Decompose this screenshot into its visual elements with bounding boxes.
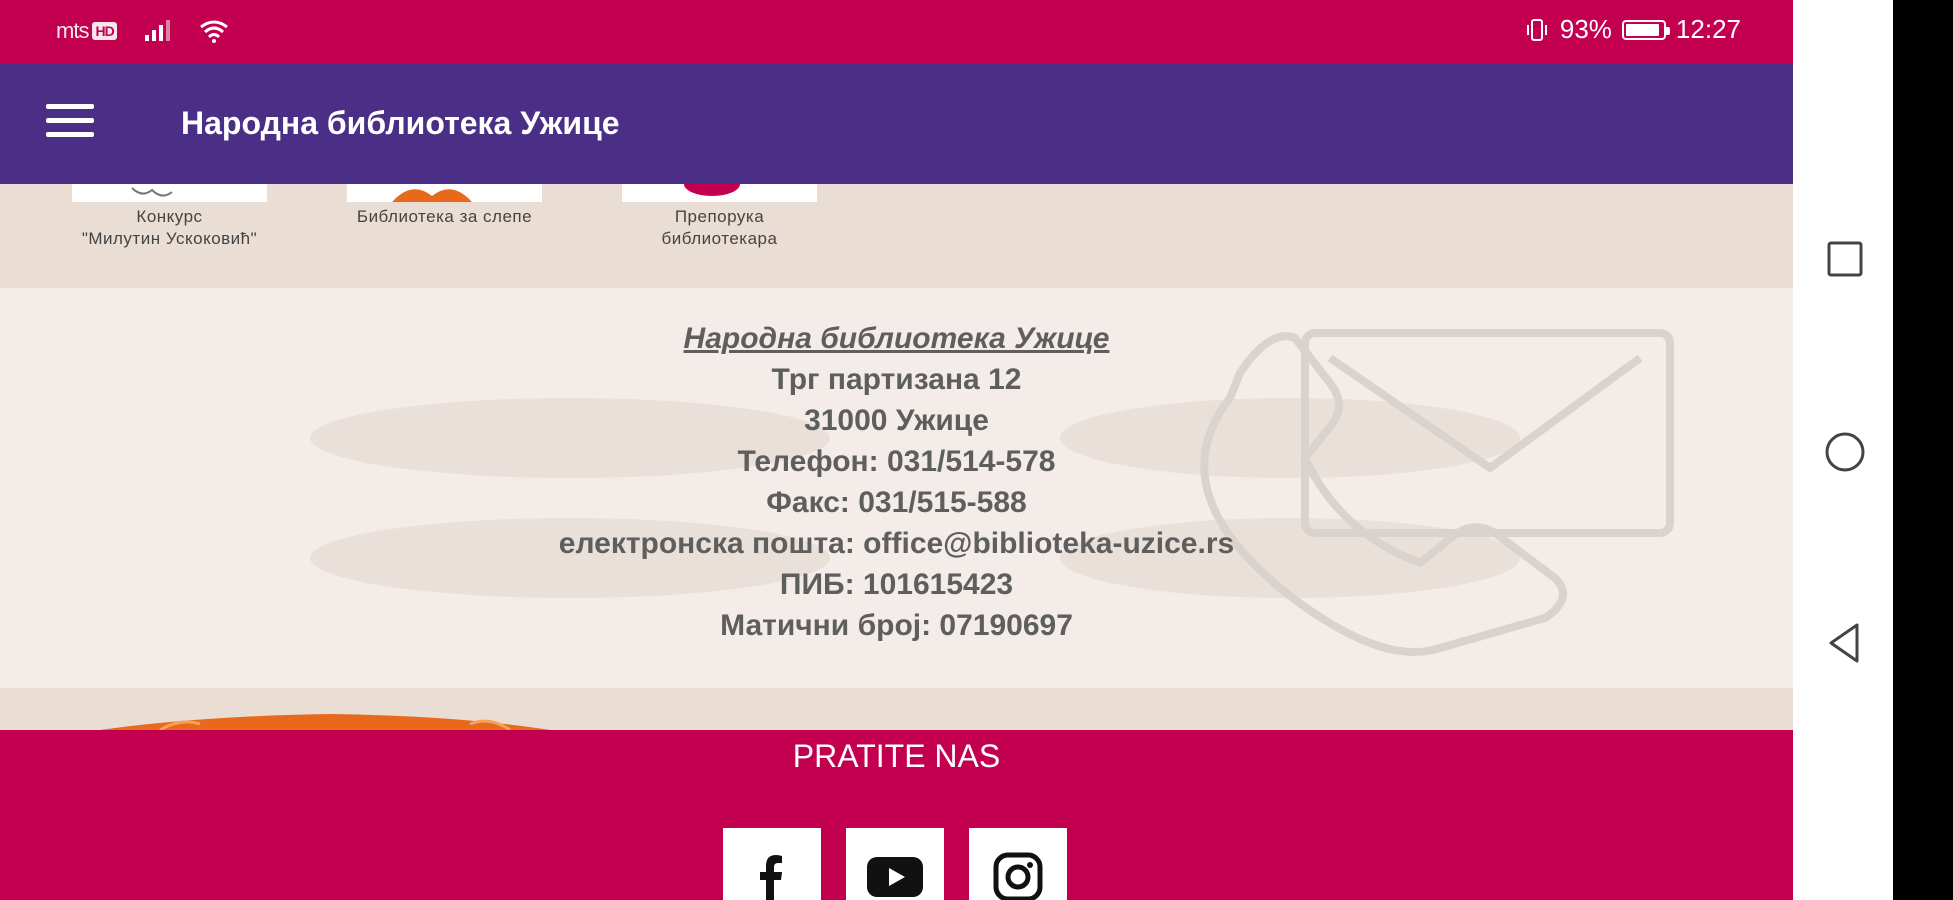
footer: PRATITE NAS [0, 730, 1793, 900]
instagram-icon [993, 852, 1043, 900]
app-bar: Народна библиотека Ужице [0, 63, 1793, 184]
screen-edge [1893, 0, 1953, 900]
signal-icon [144, 20, 170, 41]
home-button[interactable] [1823, 430, 1867, 474]
facebook-button[interactable] [723, 828, 821, 900]
vibrate-icon [1526, 18, 1547, 41]
tile-caption: Конкурс "Милутин Ускоковић" [81, 207, 258, 248]
tile-librarian-recommendation[interactable]: Препорука библиотекара [622, 184, 817, 250]
clock: 12:27 [1675, 14, 1741, 44]
carrier-label: mts HD [56, 18, 117, 44]
youtube-button[interactable] [846, 828, 944, 900]
contact-pib: ПИБ: 101615423 [779, 568, 1014, 601]
network-badge: HD [92, 22, 117, 40]
recents-button[interactable] [1823, 237, 1867, 281]
contact-name-link[interactable]: Народна библиотека Ужице [0, 318, 1793, 359]
hamburger-menu-icon[interactable] [46, 104, 96, 140]
battery-icon [1621, 19, 1670, 40]
tile-image [622, 184, 817, 202]
system-nav-bar [1793, 0, 1893, 900]
contact-address: Трг партизана 12 [771, 363, 1022, 396]
feature-tiles: Конкурс "Милутин Ускоковић" Библиотека з… [0, 184, 1793, 288]
contact-phone[interactable]: Телефон: 031/514-578 [0, 441, 1793, 482]
tile-caption: Препорука библиотекара [661, 207, 778, 248]
recents-icon [1827, 241, 1863, 277]
facebook-icon [760, 855, 782, 900]
back-button[interactable] [1823, 621, 1867, 665]
app-title: Народна библиотека Ужице [181, 105, 620, 141]
follow-us-label: PRATITE NAS [792, 738, 1001, 774]
app-screen: mts HD 93% 12:27 Народна библиотека Ужиц… [0, 0, 1793, 900]
status-bar: mts HD 93% 12:27 [0, 0, 1793, 63]
youtube-icon [867, 857, 923, 897]
back-icon [1829, 623, 1859, 663]
battery-percent: 93% [1559, 14, 1612, 44]
tile-library-for-blind[interactable]: Библиотека за слепе [347, 184, 542, 228]
tile-image [72, 184, 267, 202]
tile-image [347, 184, 542, 202]
tile-caption: Библиотека за слепе [356, 207, 533, 226]
contact-city: 31000 Ужице [804, 404, 989, 437]
contact-info: Народна библиотека Ужице Трг партизана 1… [0, 318, 1793, 646]
contact-section: Народна библиотека Ужице Трг партизана 1… [0, 288, 1793, 688]
contact-fax: Факс: 031/515-588 [766, 486, 1027, 519]
wifi-icon [199, 20, 228, 43]
contact-registration-number: Матични број: 07190697 [720, 609, 1073, 642]
carrier-name: mts [56, 18, 89, 43]
home-icon [1825, 432, 1865, 472]
decorative-banner [0, 688, 1793, 730]
tile-competition[interactable]: Конкурс "Милутин Ускоковић" [72, 184, 267, 250]
contact-email[interactable]: електронска пошта: office@biblioteka-uzi… [0, 523, 1793, 564]
instagram-button[interactable] [969, 828, 1067, 900]
